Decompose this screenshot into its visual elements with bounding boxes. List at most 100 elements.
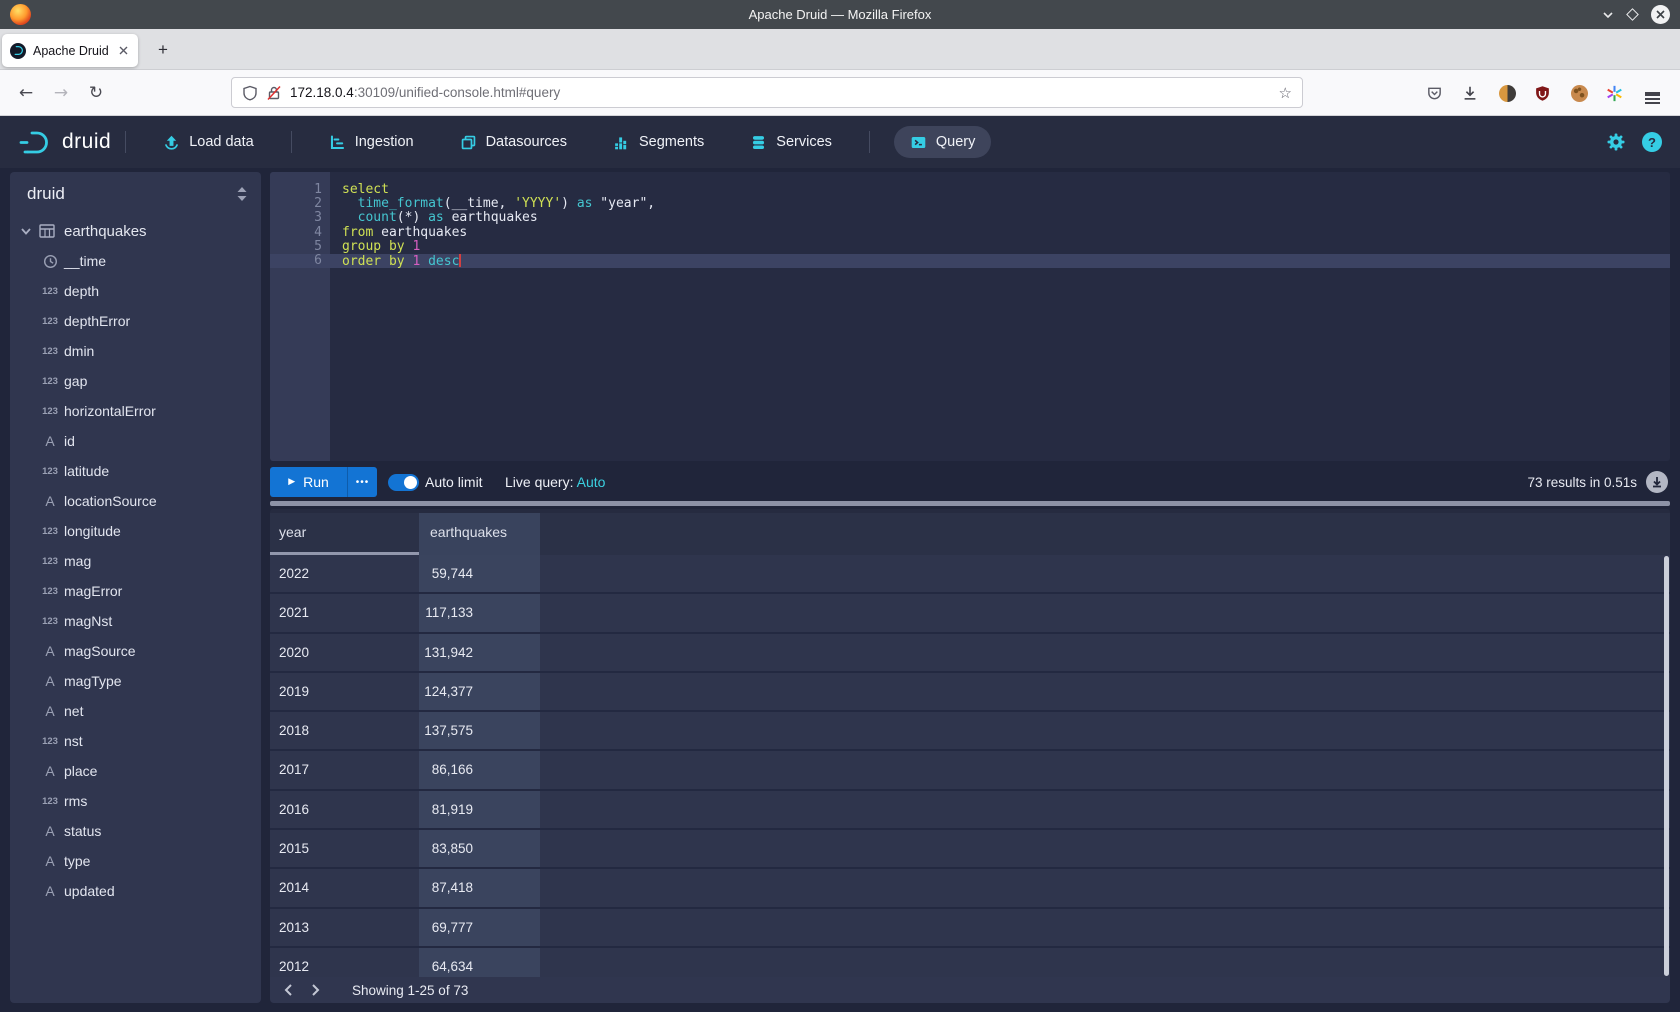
cell-year[interactable]: 2022	[270, 555, 419, 592]
column-name: magNst	[64, 613, 112, 629]
number-type-icon: 123	[38, 556, 62, 567]
cell-year[interactable]: 2013	[270, 909, 419, 946]
column-header-earthquakes[interactable]: earthquakes	[419, 513, 540, 555]
sidebar-column-magNst[interactable]: 123magNst	[10, 606, 261, 636]
sidebar-column-gap[interactable]: 123gap	[10, 366, 261, 396]
cell-year[interactable]: 2021	[270, 594, 419, 631]
settings-gear-icon[interactable]	[1606, 132, 1626, 152]
cell-earthquakes[interactable]: 131,942	[419, 634, 540, 671]
nav-item-load-data[interactable]: Load data	[140, 116, 277, 168]
window-close-button[interactable]	[1651, 5, 1670, 24]
download-results-icon[interactable]	[1646, 471, 1668, 493]
browser-tab[interactable]: Apache Druid	[2, 34, 138, 67]
sidebar-column-rms[interactable]: 123rms	[10, 786, 261, 816]
cell-earthquakes[interactable]: 59,744	[419, 555, 540, 592]
reload-button[interactable]: ↻	[82, 70, 110, 115]
sidebar-column-magType[interactable]: AmagType	[10, 666, 261, 696]
cell-earthquakes[interactable]: 81,919	[419, 791, 540, 828]
cell-earthquakes[interactable]: 137,575	[419, 712, 540, 749]
sidebar-column-status[interactable]: Astatus	[10, 816, 261, 846]
sidebar-column-place[interactable]: Aplace	[10, 756, 261, 786]
tab-bar: Apache Druid +	[0, 29, 1680, 70]
forward-button[interactable]: →	[47, 70, 75, 115]
auto-limit-toggle[interactable]	[388, 474, 419, 491]
help-icon[interactable]: ?	[1642, 132, 1662, 152]
druid-favicon-icon	[10, 43, 26, 59]
bookmark-star-icon[interactable]: ☆	[1279, 84, 1292, 102]
menu-hamburger-icon[interactable]	[1642, 83, 1662, 103]
sidebar-column-locationSource[interactable]: AlocationSource	[10, 486, 261, 516]
sidebar-column-net[interactable]: Anet	[10, 696, 261, 726]
ublock-icon[interactable]	[1532, 83, 1552, 103]
line-number: 3	[270, 211, 330, 225]
chevron-down-icon[interactable]	[16, 228, 36, 235]
sidebar-column-dmin[interactable]: 123dmin	[10, 336, 261, 366]
results-grid: yearearthquakes 202259,7442021117,133202…	[270, 509, 1670, 1003]
sidebar-column-horizontalError[interactable]: 123horizontalError	[10, 396, 261, 426]
double-caret-icon[interactable]	[237, 187, 247, 201]
sidebar-column-type[interactable]: Atype	[10, 846, 261, 876]
column-name: dmin	[64, 343, 94, 359]
string-type-icon: A	[38, 703, 62, 719]
run-button[interactable]: ▶ Run	[270, 467, 347, 497]
sidebar-column-updated[interactable]: Aupdated	[10, 876, 261, 906]
sidebar-column-latitude[interactable]: 123latitude	[10, 456, 261, 486]
sidebar-column-id[interactable]: Aid	[10, 426, 261, 456]
sidebar-column-depthError[interactable]: 123depthError	[10, 306, 261, 336]
sidebar-column-magError[interactable]: 123magError	[10, 576, 261, 606]
cell-earthquakes[interactable]: 117,133	[419, 594, 540, 631]
cell-year[interactable]: 2020	[270, 634, 419, 671]
next-page-icon[interactable]	[306, 984, 326, 996]
window-menu-chevron-icon[interactable]	[1602, 11, 1614, 19]
url-text[interactable]: 172.18.0.4:30109/unified-console.html#qu…	[290, 85, 1279, 100]
live-query-label: Live query:	[505, 474, 573, 490]
nav-item-services[interactable]: Services	[727, 116, 855, 168]
cookie-extension-icon[interactable]	[1569, 83, 1589, 103]
sidebar-column-depth[interactable]: 123depth	[10, 276, 261, 306]
cell-year[interactable]: 2018	[270, 712, 419, 749]
column-header-year[interactable]: year	[270, 513, 419, 555]
string-type-icon: A	[38, 433, 62, 449]
cell-earthquakes[interactable]: 86,166	[419, 751, 540, 788]
nav-item-ingestion[interactable]: Ingestion	[306, 116, 437, 168]
cell-earthquakes[interactable]: 83,850	[419, 830, 540, 867]
sidebar-column-magSource[interactable]: AmagSource	[10, 636, 261, 666]
horizontal-scrollbar[interactable]	[270, 501, 1670, 506]
nav-item-segments[interactable]: Segments	[590, 116, 727, 168]
sidebar-item-earthquakes[interactable]: earthquakes	[10, 216, 261, 246]
nav-item-query[interactable]: Query	[894, 126, 992, 158]
new-tab-button[interactable]: +	[150, 37, 176, 63]
sidebar-column-longitude[interactable]: 123longitude	[10, 516, 261, 546]
extension-icon[interactable]	[1497, 83, 1517, 103]
cell-year[interactable]: 2019	[270, 673, 419, 710]
sidebar-column-mag[interactable]: 123mag	[10, 546, 261, 576]
tab-close-icon[interactable]	[117, 44, 130, 57]
sidebar-column-nst[interactable]: 123nst	[10, 726, 261, 756]
sidebar-column-__time[interactable]: __time	[10, 246, 261, 276]
editor-line-5: 5group by 1	[270, 240, 1670, 254]
cell-year[interactable]: 2015	[270, 830, 419, 867]
prev-page-icon[interactable]	[278, 984, 298, 996]
nav-item-datasources[interactable]: Datasources	[437, 116, 590, 168]
cell-earthquakes[interactable]: 87,418	[419, 869, 540, 906]
druid-logo[interactable]: druid	[18, 127, 111, 157]
cell-year[interactable]: 2014	[270, 869, 419, 906]
cell-year[interactable]: 2017	[270, 751, 419, 788]
navbar-divider	[125, 131, 126, 153]
downloads-icon[interactable]	[1460, 83, 1480, 103]
number-type-icon: 123	[38, 466, 62, 477]
colorful-extension-icon[interactable]	[1604, 83, 1624, 103]
url-bar[interactable]: 172.18.0.4:30109/unified-console.html#qu…	[231, 77, 1303, 108]
live-query-control[interactable]: Live query: Auto	[505, 467, 605, 497]
sql-editor[interactable]: 1select2 time_format(__time, 'YYYY') as …	[270, 172, 1670, 461]
pocket-icon[interactable]	[1424, 83, 1444, 103]
tracking-shield-icon[interactable]	[242, 85, 258, 101]
window-maximize-icon[interactable]	[1626, 8, 1639, 21]
vertical-scrollbar[interactable]	[1664, 556, 1669, 976]
cell-year[interactable]: 2016	[270, 791, 419, 828]
back-button[interactable]: ←	[12, 70, 40, 115]
run-more-button[interactable]: •••	[347, 467, 377, 497]
cell-earthquakes[interactable]: 124,377	[419, 673, 540, 710]
cell-earthquakes[interactable]: 69,777	[419, 909, 540, 946]
insecure-lock-icon[interactable]	[266, 85, 282, 101]
